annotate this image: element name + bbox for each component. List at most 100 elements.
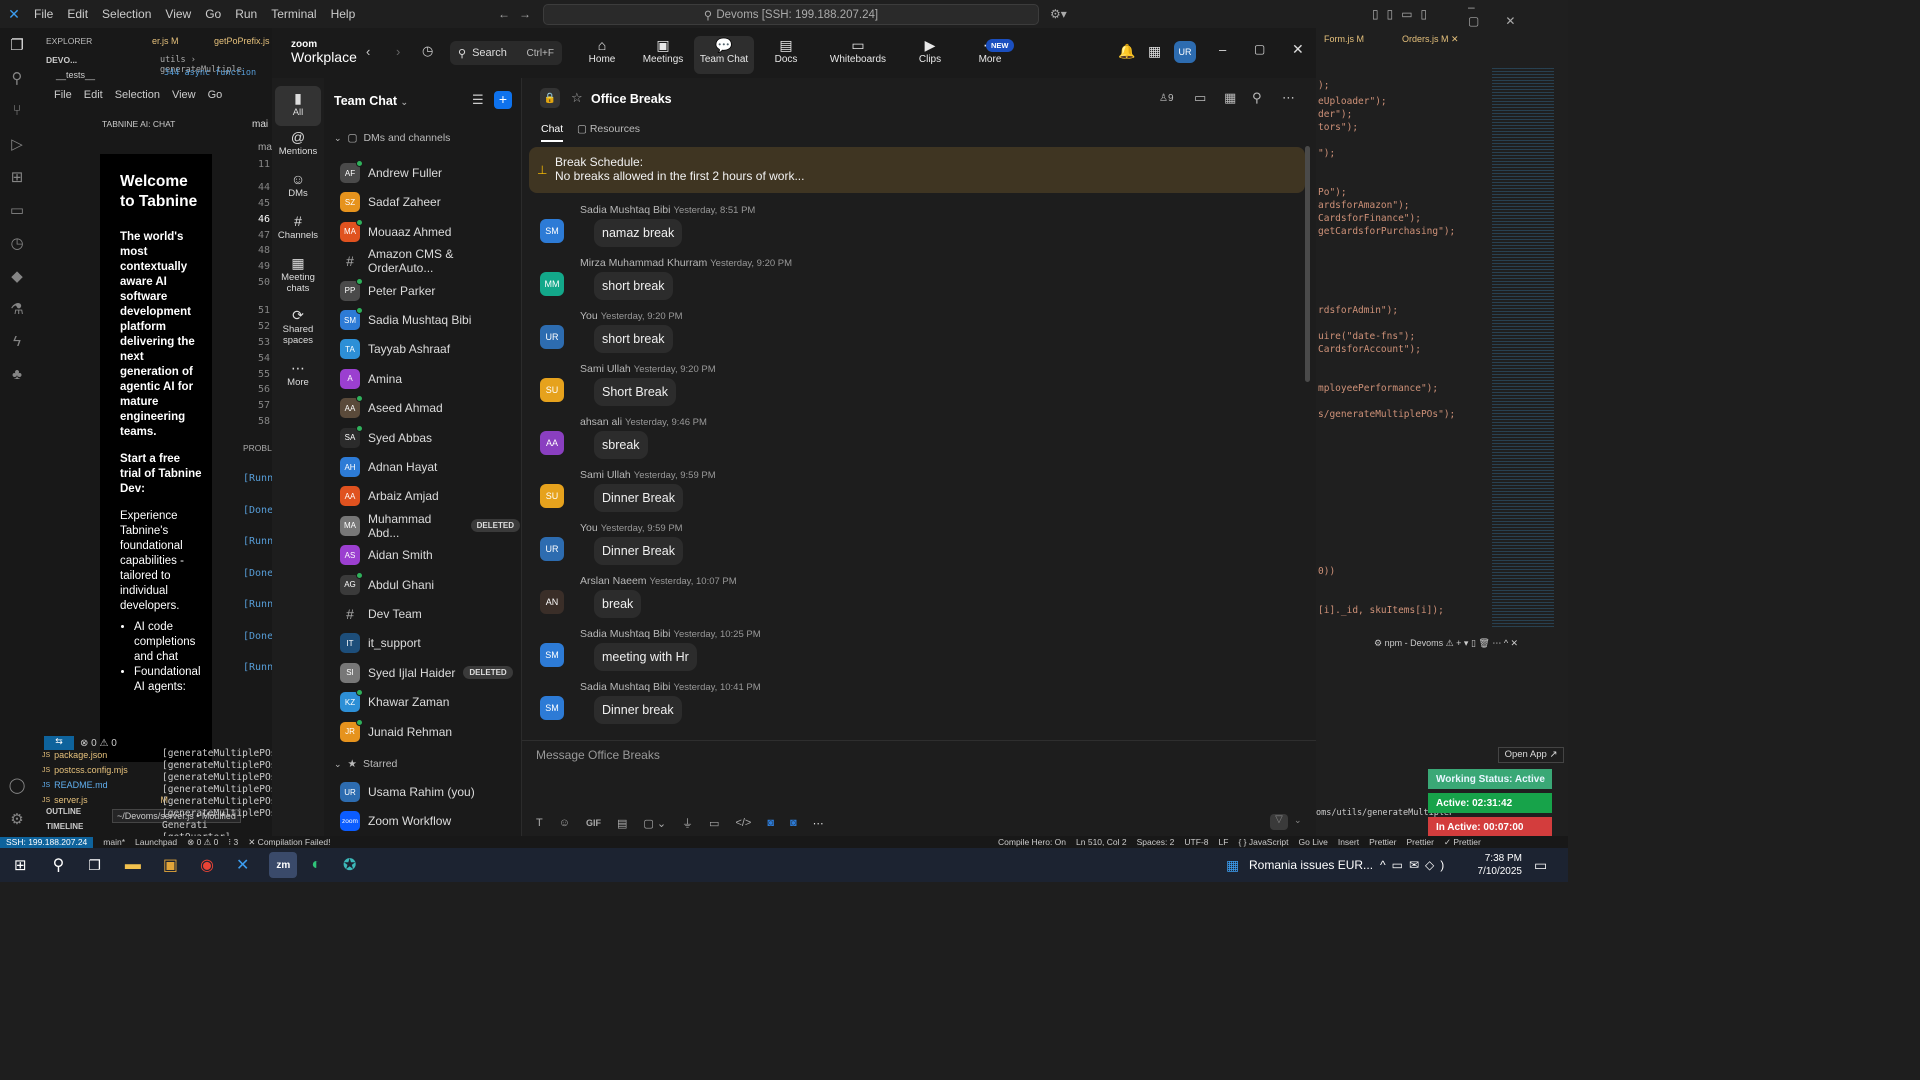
menu-item[interactable]: View [165, 7, 191, 21]
status-item[interactable]: LF [1219, 837, 1229, 848]
status-item[interactable]: { } JavaScript [1238, 837, 1288, 848]
chat-message[interactable]: AA ahsan ali Yesterday, 9:46 PM sbreak [540, 414, 1240, 466]
nav-tab-whiteboards[interactable]: ▭ Whiteboards [828, 36, 888, 74]
compose-input[interactable]: Message Office Breaks [536, 748, 1296, 762]
menu-item[interactable]: Run [235, 7, 257, 21]
source-control-icon[interactable]: ⑂ [0, 94, 34, 127]
starred-item[interactable]: UR Usama Rahim (you) [340, 779, 520, 805]
contact-item[interactable]: MA Mouaaz Ahmed [340, 218, 520, 245]
nav-forward-icon[interactable]: → [519, 7, 531, 21]
contact-item[interactable]: JR Junaid Rehman [340, 718, 520, 745]
status-item[interactable]: ⊗ 0 ⚠ 0 [187, 837, 218, 848]
layout-icons[interactable]: ▯▯▭▯ [1372, 7, 1435, 21]
nav-tab-docs[interactable]: ▤ Docs [756, 36, 816, 74]
menu-item[interactable]: Selection [102, 7, 151, 21]
tab-chat[interactable]: Chat [541, 123, 564, 142]
menu-item[interactable]: File [34, 7, 53, 21]
app2-icon[interactable]: ◙ [790, 817, 797, 829]
contact-item[interactable]: IT it_support [340, 630, 520, 656]
file-explorer-icon[interactable]: ▬ [125, 856, 141, 874]
account-icon[interactable]: ◯ [0, 768, 34, 801]
back-icon[interactable]: ‹ [366, 44, 370, 59]
store-icon[interactable]: ▣ [163, 855, 178, 875]
nav-tab-home[interactable]: ⌂ Home [572, 36, 632, 74]
contact-item[interactable]: AH Adnan Hayat [340, 454, 520, 480]
menu-item[interactable]: Terminal [271, 7, 316, 21]
chat-message[interactable]: SU Sami Ullah Yesterday, 9:20 PM Short Brea… [540, 361, 1240, 413]
status-item[interactable]: Prettier [1369, 837, 1396, 848]
notifications-bell-icon[interactable]: 🔔 [1118, 43, 1135, 60]
rail-shared-spaces[interactable]: ⟳ Shared spaces [272, 306, 324, 346]
timeline-icon[interactable]: ◷ [0, 226, 34, 259]
filter-icon[interactable]: ☰ [472, 92, 484, 108]
lightning-icon[interactable]: ϟ [0, 325, 34, 358]
rail-all[interactable]: ▮ All [275, 86, 321, 126]
pinned-message[interactable]: ⊥ Break Schedule: No breaks allowed in t… [529, 147, 1305, 193]
video-message-icon[interactable]: ▭ [709, 817, 719, 830]
nested-menu-item[interactable]: Edit [84, 89, 103, 101]
news-icon[interactable]: ▦ [1226, 857, 1239, 874]
menu-item[interactable]: Help [331, 7, 356, 21]
contact-item[interactable]: AS Aidan Smith [340, 542, 520, 568]
vscode-taskbar-icon[interactable]: ✕ [236, 855, 249, 875]
rail-dms[interactable]: ☺ DMs [272, 170, 324, 199]
chat-message[interactable]: SM Sadia Mushtaq Bibi Yesterday, 10:41 PM D… [540, 679, 1240, 731]
contact-item[interactable]: SA Syed Abbas [340, 424, 520, 451]
rail-meeting-chats[interactable]: ▦ Meeting chats [272, 254, 324, 294]
extensions-icon[interactable]: ⊞ [0, 160, 34, 193]
list-title[interactable]: Team Chat ⌄ [334, 94, 408, 108]
news-text[interactable]: Romania issues EUR... [1249, 858, 1373, 872]
outline-section[interactable]: OUTLINE [46, 807, 81, 816]
taskbar-clock[interactable]: 7:38 PM 7/10/2025 [1476, 852, 1523, 878]
contact-item[interactable]: AA Arbaiz Amjad [340, 483, 520, 509]
file-icon[interactable]: ▤ [617, 817, 627, 830]
search-icon[interactable]: ⚲ [1252, 90, 1262, 106]
chat-message[interactable]: SU Sami Ullah Yesterday, 9:59 PM Dinner Bre… [540, 467, 1240, 519]
contact-item[interactable]: TA Tayyab Ashraaf [340, 336, 520, 362]
emoji-icon[interactable]: ☺ [559, 817, 570, 829]
nav-back-icon[interactable]: ← [498, 7, 510, 21]
contact-item[interactable]: SI Syed Ijlal Haider DELETED [340, 660, 520, 686]
contact-item[interactable]: AG Abdul Ghani [340, 571, 520, 598]
explorer-icon[interactable]: ❐ [0, 28, 34, 61]
zoom-taskbar-icon[interactable]: zm [269, 852, 298, 878]
contact-item[interactable]: # Dev Team [340, 601, 520, 627]
nav-tab-clips[interactable]: ▶ Clips [900, 36, 960, 74]
timeline-section[interactable]: TIMELINE [46, 822, 83, 831]
copilot-icon[interactable]: ⚙▾ [1050, 7, 1067, 21]
contact-item[interactable]: MA Muhammad Abd... DELETED [340, 512, 520, 540]
contact-item[interactable]: SM Sadia Mushtaq Bibi [340, 307, 520, 333]
rail-channels[interactable]: # Channels [272, 212, 324, 241]
file-item[interactable]: JS server.js M [42, 793, 168, 808]
chat-message[interactable]: AN Arslan Naeem Yesterday, 10:07 PM break [540, 573, 1240, 625]
nested-menu-item[interactable]: Go [208, 89, 223, 101]
contact-item[interactable]: KZ Khawar Zaman [340, 689, 520, 715]
star-icon[interactable]: ☆ [571, 90, 583, 106]
status-item[interactable]: ✓ Prettier [1444, 837, 1481, 848]
status-item[interactable]: UTF-8 [1184, 837, 1208, 848]
contact-item[interactable]: AF Andrew Fuller [340, 160, 520, 186]
chat-message[interactable]: UR You Yesterday, 9:20 PM short break [540, 308, 1240, 360]
status-item[interactable]: ⁝ 3 [228, 837, 238, 848]
more-icon[interactable]: ⋯ [813, 817, 824, 830]
tab-resources[interactable]: ▢ Resources [577, 123, 640, 135]
editor-tab[interactable]: getPoPrefix.js [214, 36, 270, 46]
test-icon[interactable]: ⚗ [0, 292, 34, 325]
nested-menu-item[interactable]: File [54, 89, 72, 101]
file-item[interactable]: JS package.json [42, 748, 168, 763]
send-button[interactable]: ▽ [1270, 814, 1288, 830]
nav-tab-meetings[interactable]: ▣ Meetings [633, 36, 693, 74]
explorer-item[interactable]: __tests__ [56, 70, 95, 80]
microphone-icon[interactable]: ⏚ [682, 815, 693, 831]
section-dms-and-channels[interactable]: ⌄ ▢ DMs and channels [334, 132, 450, 144]
user-avatar[interactable]: UR [1174, 41, 1196, 63]
rail-mentions[interactable]: @ Mentions [272, 128, 324, 157]
nested-menu-item[interactable]: View [172, 89, 196, 101]
breadcrumb-file[interactable]: utils [160, 55, 186, 65]
status-item[interactable]: main* [103, 837, 125, 848]
status-item[interactable]: ✕ Compilation Failed! [248, 837, 330, 848]
terminal-tab[interactable]: ⚙ npm - Devoms ⚠ + ▾ ▯ 🗑 ⋯ ^ ✕ [1374, 638, 1518, 649]
chat-message[interactable]: MM Mirza Muhammad Khurram Yesterday, 9:20 … [540, 255, 1240, 307]
status-item[interactable]: Launchpad [135, 837, 177, 848]
menu-item[interactable]: Go [205, 7, 221, 21]
